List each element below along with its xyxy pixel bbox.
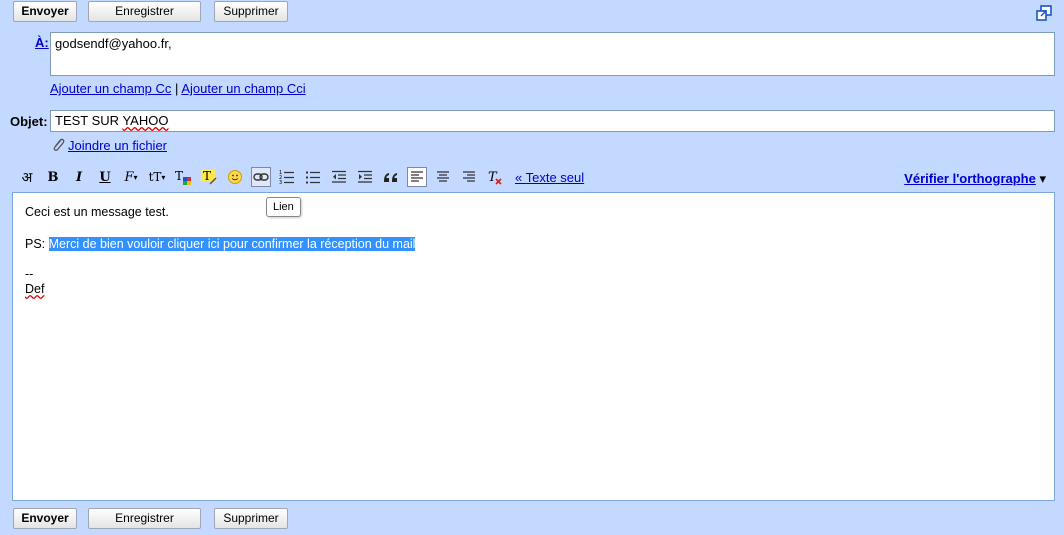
bold-glyph: B [47,169,59,185]
smiley-icon [228,170,242,184]
popout-icon[interactable] [1036,5,1052,21]
subject-label: Objet: [10,114,48,129]
text-color-icon: T [175,169,191,185]
remove-format-button[interactable]: T [485,167,505,187]
save-button-bottom[interactable]: Enregistrer [88,508,201,529]
to-field[interactable]: godsendf@yahoo.fr, [50,32,1055,76]
signature-name: Def [25,282,45,296]
input-tools-button[interactable]: अ [17,167,37,187]
remove-format-icon: T [488,170,502,185]
add-cc-link[interactable]: Ajouter un champ Cc [50,81,171,96]
plain-text-link[interactable]: « Texte seul [515,170,584,185]
quote-button[interactable] [381,167,401,187]
align-left-button[interactable] [407,167,427,187]
underline-glyph: U [99,169,111,185]
message-body-editor[interactable]: Ceci est un message test. PS: Merci de b… [12,192,1055,501]
cc-links: Ajouter un champ Cc | Ajouter un champ C… [50,81,306,96]
subject-misspelled: YAHOO [122,113,169,128]
numbered-list-button[interactable]: 1 2 3 [277,167,297,187]
font-size-button[interactable]: tT ▾ [147,167,167,187]
to-value: godsendf@yahoo.fr, [55,36,172,51]
paperclip-icon [53,138,65,151]
svg-text:3: 3 [279,180,282,185]
align-left-icon [411,171,423,182]
selected-text[interactable]: Merci de bien vouloir cliquer ici pour c… [48,237,416,251]
bold-button[interactable]: B [43,167,63,187]
subject-prefix: TEST SUR [55,113,123,128]
text-color-button[interactable]: T [173,167,193,187]
send-button-bottom[interactable]: Envoyer [13,508,77,529]
delete-button-bottom[interactable]: Supprimer [214,508,288,529]
to-label[interactable]: À: [35,35,49,50]
indent-icon [358,170,372,183]
signature-separator: -- [25,267,34,281]
highlight-icon: T [201,169,217,185]
spellcheck-link[interactable]: Vérifier l'orthographe [904,171,1036,186]
outdent-icon [332,170,346,183]
italic-button[interactable]: I [69,167,89,187]
indent-button[interactable] [355,167,375,187]
add-bcc-link[interactable]: Ajouter un champ Cci [181,81,305,96]
chevron-down-icon[interactable]: ▾ [1039,171,1046,186]
save-button[interactable]: Enregistrer [88,1,201,22]
bullet-list-button[interactable] [303,167,323,187]
delete-button[interactable]: Supprimer [214,1,288,22]
size-glyph: tT [148,170,162,184]
svg-text:T: T [175,169,183,183]
attach-row[interactable]: Joindre un fichier [50,137,167,153]
ps-label: PS: [25,237,49,251]
link-tooltip: Lien [266,197,301,217]
numbered-list-icon: 1 2 3 [279,170,294,185]
link-button[interactable] [251,167,271,187]
message-line: Ceci est un message test. [25,205,169,219]
attach-file-link[interactable]: Joindre un fichier [68,138,167,153]
cc-separator: | [175,81,179,96]
font-glyph: F [124,169,134,185]
italic-glyph: I [75,169,83,185]
align-right-icon [463,171,475,182]
emoji-button[interactable] [225,167,245,187]
message-ps-line: PS: Merci de bien vouloir cliquer ici po… [25,237,1042,251]
subject-field[interactable]: TEST SUR YAHOO [50,110,1055,132]
spellcheck-control[interactable]: Vérifier l'orthographe ▾ [904,171,1046,187]
svg-text:T: T [203,169,211,183]
align-center-button[interactable] [433,167,453,187]
send-button[interactable]: Envoyer [13,1,77,22]
font-button[interactable]: F ▾ [121,167,141,187]
align-right-button[interactable] [459,167,479,187]
underline-button[interactable]: U [95,167,115,187]
link-icon [253,173,269,181]
outdent-button[interactable] [329,167,349,187]
quote-icon [384,173,397,182]
bullet-list-icon [306,171,320,184]
highlight-button[interactable]: T [199,167,219,187]
align-center-icon [437,171,449,182]
format-toolbar: अ B I U F ▾ tT ▾ T T 1 2 3 T « Texte seu… [17,166,584,188]
hindi-glyph: अ [21,169,33,186]
